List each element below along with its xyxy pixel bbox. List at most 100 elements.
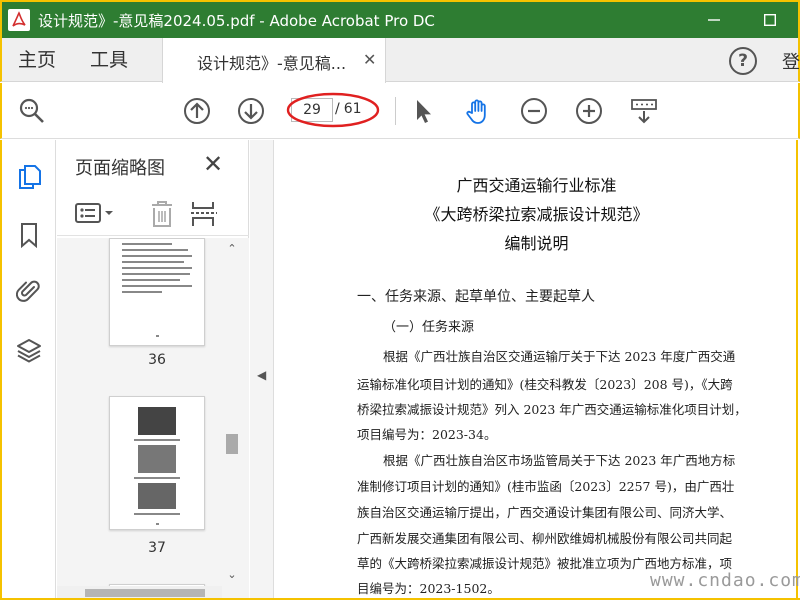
page-thumbnails-button[interactable] [14, 162, 44, 192]
attachments-button[interactable] [14, 276, 44, 306]
insert-page-icon [191, 202, 217, 226]
paperclip-icon [16, 280, 40, 302]
thumbnails-list[interactable]: 36 37 ⌃ ⌄ [57, 238, 249, 600]
thumbnail-label: 37 [148, 540, 166, 556]
thumbnail-caption [134, 477, 180, 479]
tab-bar: 主页 工具 设计规范》-意见稿... ✕ ? 登 [0, 38, 800, 83]
plus-circle-icon [576, 98, 602, 124]
watermark: www.cndao.com [650, 570, 800, 591]
layers-button[interactable] [14, 335, 44, 365]
paragraph-line: 根据《广西壮族自治区市场监管局关于下达 2023 年广西地方标 [383, 453, 736, 468]
left-navigation-pane [0, 140, 56, 600]
paragraph-line: 根据《广西壮族自治区交通运输厅关于下达 2023 年度广西交通 [383, 349, 736, 364]
thumbnail-text-line [122, 291, 162, 293]
panel-title: 页面缩略图 [75, 158, 165, 179]
previous-page-button[interactable] [181, 95, 213, 127]
scroll-mode-button[interactable] [628, 95, 660, 127]
thumbnail-text-line [122, 273, 190, 275]
thumbnail-caption [134, 439, 180, 441]
thumbnail-page-36[interactable] [109, 238, 205, 346]
help-button[interactable]: ? [729, 47, 757, 75]
minimize-button[interactable] [686, 2, 742, 38]
bookmark-icon [21, 223, 37, 248]
paragraph-line: 广西新发展交通集团有限公司、柳州欧维姆机械股份有限公司共同起 [357, 531, 733, 546]
paragraph-line: 项目编号为：2023-34。 [357, 427, 497, 442]
section-heading: 一、任务来源、起草单位、主要起草人 [357, 289, 595, 305]
hand-icon [466, 99, 486, 124]
cursor-arrow-icon [417, 100, 431, 123]
paragraph-line: 准制修订项目计划的通知》(桂市监函〔2023〕2257 号)，由广西壮 [357, 479, 735, 494]
collapse-left-icon[interactable]: ◀ [257, 368, 266, 382]
thumbnail-photo [138, 407, 176, 435]
document-heading: 广西交通运输行业标准 [456, 176, 617, 195]
paragraph-line: 运输标准化项目计划的通知》(桂交科教发〔2023〕208 号)，《大跨 [357, 377, 733, 392]
scroll-up-arrow-icon[interactable]: ⌃ [225, 242, 239, 256]
scrollbar-thumb[interactable] [226, 434, 238, 454]
thumbnails-vertical-scrollbar[interactable]: ⌃ ⌄ [222, 238, 242, 600]
total-pages: 61 [343, 101, 362, 117]
thumbnail-page-37[interactable] [109, 396, 205, 530]
maximize-icon [764, 14, 776, 26]
document-tab-label: 设计规范》-意见稿... [197, 54, 347, 73]
options-menu-icon [75, 203, 113, 223]
close-panel-icon[interactable]: ✕ [203, 150, 223, 178]
thumbnail-text-line [122, 243, 172, 245]
next-page-button[interactable] [235, 95, 267, 127]
paragraph-line: 桥梁拉索减振设计规范》列入 2023 年广西交通运输标准化项目计划， [357, 402, 747, 417]
page-number-input[interactable]: 29 [291, 98, 333, 122]
page-count: /61 [333, 101, 362, 117]
trash-icon [152, 201, 172, 227]
thumbnail-photo [138, 483, 176, 509]
document-heading: 《大跨桥梁拉索减振设计规范》 [424, 205, 649, 224]
hand-tool-button[interactable] [462, 95, 494, 127]
subsection-heading: （一）任务来源 [383, 320, 475, 335]
find-text-button[interactable] [16, 95, 48, 127]
thumbnail-text-line [122, 285, 192, 287]
thumbnail-photo [138, 445, 176, 473]
minimize-icon [708, 19, 720, 21]
select-tool-button[interactable] [407, 95, 439, 127]
thumbnail-caption [134, 513, 180, 515]
title-bar: 设计规范》-意见稿2024.05.pdf - Adobe Acrobat Pro… [0, 0, 800, 38]
document-heading: 编制说明 [504, 234, 569, 253]
insert-page-button[interactable] [191, 200, 217, 228]
delete-page-button[interactable] [149, 200, 175, 228]
page-thumbnails-panel: 页面缩略图 ✕ 36 37 ⌃ ⌄ [57, 140, 249, 600]
acrobat-icon [8, 9, 30, 31]
search-icon [19, 98, 44, 123]
zoom-in-button[interactable] [573, 95, 605, 127]
thumbnail-text-line [122, 267, 192, 269]
toolbar: 29 /61 [0, 83, 800, 139]
scroll-down-arrow-icon[interactable]: ⌄ [225, 568, 239, 582]
paragraph-line: 目编号为：2023-1502。 [357, 581, 500, 596]
tab-tools[interactable]: 工具 [90, 38, 128, 82]
minus-circle-icon [521, 98, 547, 124]
document-view[interactable]: 广西交通运输行业标准 《大跨桥梁拉索减振设计规范》 编制说明 一、任务来源、起草… [275, 140, 798, 600]
thumbnail-text-line [122, 261, 184, 263]
tab-document[interactable]: 设计规范》-意见稿... ✕ [162, 38, 386, 83]
toolbar-divider [395, 97, 396, 125]
thumbnail-options-button[interactable] [75, 200, 115, 228]
thumbnail-text-line [122, 279, 180, 281]
thumbnail-text-line [122, 255, 192, 257]
zoom-out-button[interactable] [518, 95, 550, 127]
page-thumbnails-icon [19, 165, 41, 189]
tab-home[interactable]: 主页 [18, 38, 56, 82]
arrow-up-circle-icon [184, 98, 210, 124]
panel-toolbar [57, 192, 249, 236]
sign-in-label[interactable]: 登 [782, 48, 800, 74]
window-title: 设计规范》-意见稿2024.05.pdf - Adobe Acrobat Pro… [38, 11, 435, 30]
thumbnail-page-mark [156, 335, 159, 337]
page-separator: / [335, 101, 340, 117]
keyboard-scroll-icon [631, 99, 657, 124]
close-tab-icon[interactable]: ✕ [363, 50, 376, 69]
thumbnail-label: 36 [148, 352, 166, 368]
maximize-button[interactable] [742, 2, 798, 38]
thumbnail-text-line [122, 249, 188, 251]
layers-icon [17, 339, 41, 363]
panel-collapse-strip[interactable]: ◀ [250, 140, 274, 600]
horizontal-scrollbar-thumb[interactable] [85, 589, 205, 597]
bookmarks-button[interactable] [14, 220, 44, 250]
paragraph-line: 族自治区交通运输厅提出，广西交通设计集团有限公司、同济大学、 [357, 505, 733, 520]
thumbnail-page-mark [156, 523, 159, 525]
